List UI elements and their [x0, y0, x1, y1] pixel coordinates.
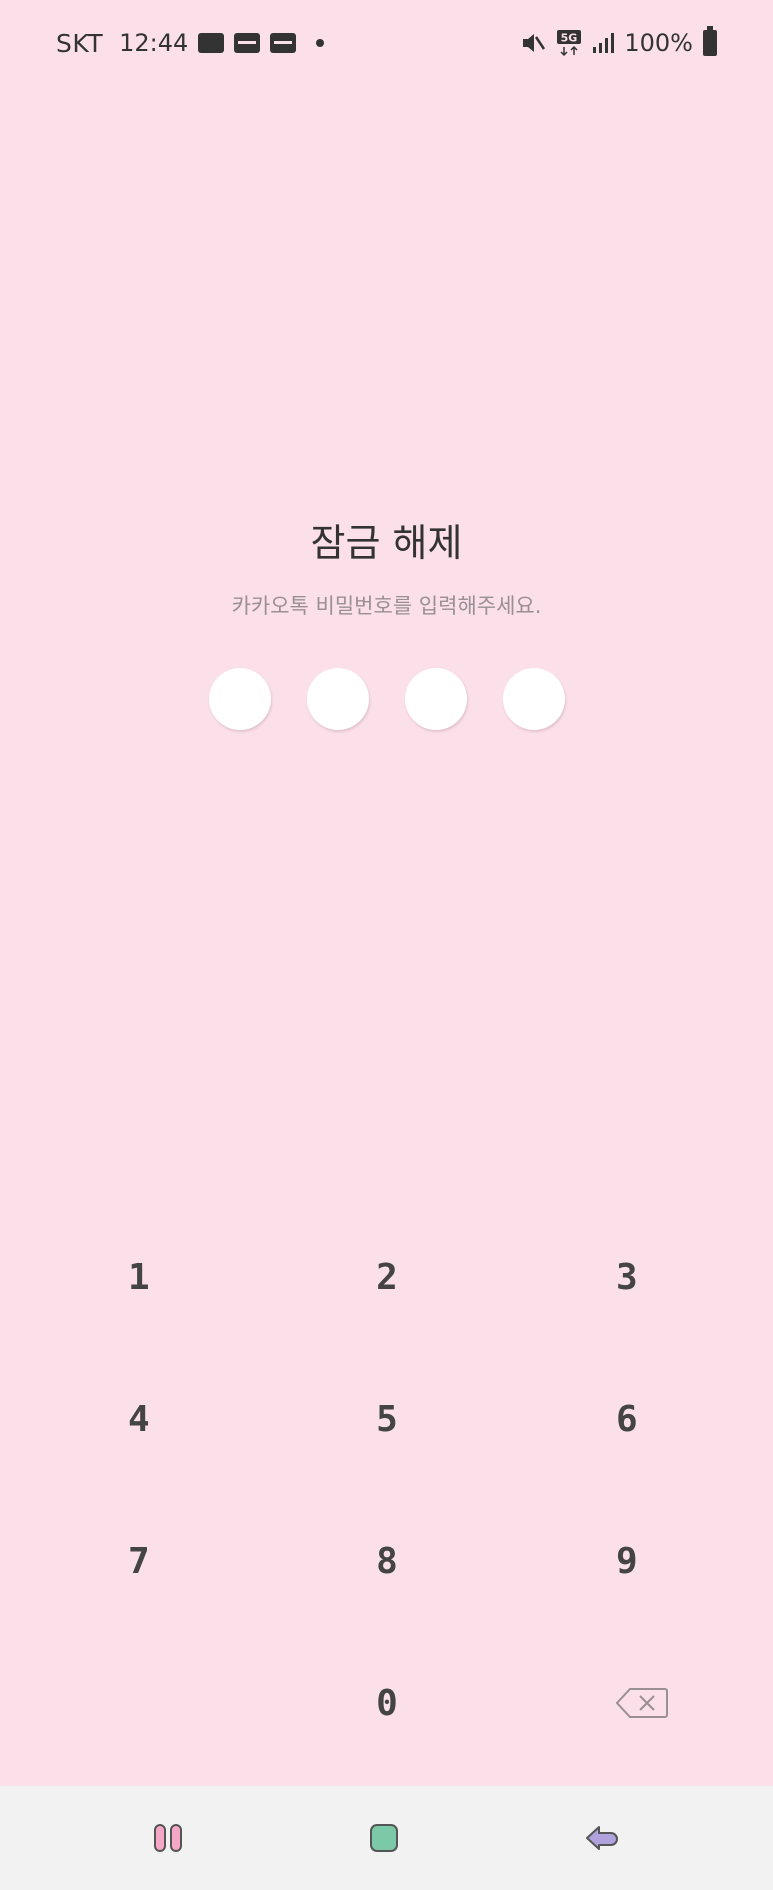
- back-icon: [586, 1826, 618, 1850]
- note-icon: [198, 33, 225, 53]
- back-button[interactable]: [576, 1812, 628, 1864]
- pin-dot-3: [404, 668, 467, 730]
- mute-icon: [520, 30, 546, 56]
- key-2[interactable]: 2: [278, 1206, 496, 1348]
- page-title: 잠금 해제: [310, 521, 463, 565]
- recents-button[interactable]: [142, 1812, 194, 1864]
- status-left: SKT 12:44: [56, 28, 325, 58]
- backspace-icon: [616, 1688, 668, 1718]
- key-1[interactable]: 1: [0, 1206, 278, 1348]
- key-7[interactable]: 7: [0, 1490, 278, 1632]
- key-0[interactable]: 0: [278, 1632, 496, 1774]
- webtoon-icon: [234, 33, 261, 53]
- dot-icon: [316, 39, 325, 47]
- status-bar: SKT 12:44 5G 100%: [0, 0, 773, 86]
- signal-icon: [592, 32, 615, 54]
- status-right: 5G 100%: [520, 26, 717, 57]
- key-8[interactable]: 8: [278, 1490, 496, 1632]
- key-4[interactable]: 4: [0, 1348, 278, 1490]
- pin-dot-4: [502, 668, 565, 730]
- home-button[interactable]: [358, 1812, 410, 1864]
- backspace-button[interactable]: [496, 1632, 773, 1774]
- battery-percent: 100%: [624, 29, 693, 57]
- key-9[interactable]: 9: [496, 1490, 773, 1632]
- home-icon: [370, 1824, 398, 1852]
- webtoon-icon: [270, 33, 297, 53]
- svg-text:5G: 5G: [561, 32, 578, 45]
- pin-dot-2: [306, 668, 369, 730]
- key-6[interactable]: 6: [496, 1348, 773, 1490]
- key-3[interactable]: 3: [496, 1206, 773, 1348]
- keypad: 1 2 3 4 5 6 7 8 9 0: [0, 1206, 773, 1774]
- navigation-bar: [0, 1786, 773, 1890]
- 5g-icon: 5G: [556, 29, 582, 57]
- clock: 12:44: [119, 29, 189, 57]
- pin-dot-1: [208, 668, 271, 730]
- key-empty: [0, 1632, 278, 1774]
- recents-icon: [154, 1824, 182, 1852]
- battery-icon: [703, 26, 717, 56]
- pin-indicator: [0, 668, 773, 730]
- key-5[interactable]: 5: [278, 1348, 496, 1490]
- page-subtitle: 카카오톡 비밀번호를 입력해주세요.: [231, 594, 542, 618]
- carrier-label: SKT: [56, 28, 104, 58]
